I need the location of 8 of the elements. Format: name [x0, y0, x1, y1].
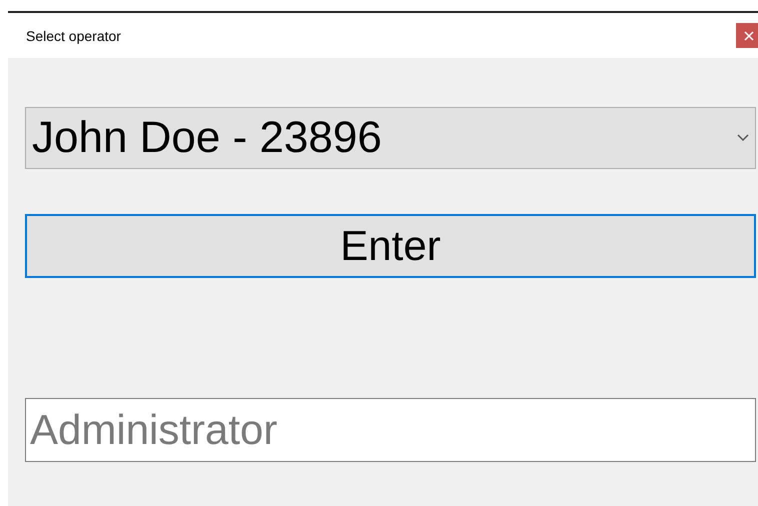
admin-input-field[interactable]: Administrator — [25, 398, 756, 462]
dropdown-value: John Doe - 23896 — [32, 113, 382, 163]
window-title: Select operator — [26, 28, 121, 44]
enter-button[interactable]: Enter — [25, 214, 756, 278]
close-button[interactable] — [736, 23, 758, 48]
operator-dropdown[interactable]: John Doe - 23896 — [25, 107, 756, 169]
close-icon — [744, 30, 754, 40]
chevron-down-icon — [737, 134, 749, 142]
